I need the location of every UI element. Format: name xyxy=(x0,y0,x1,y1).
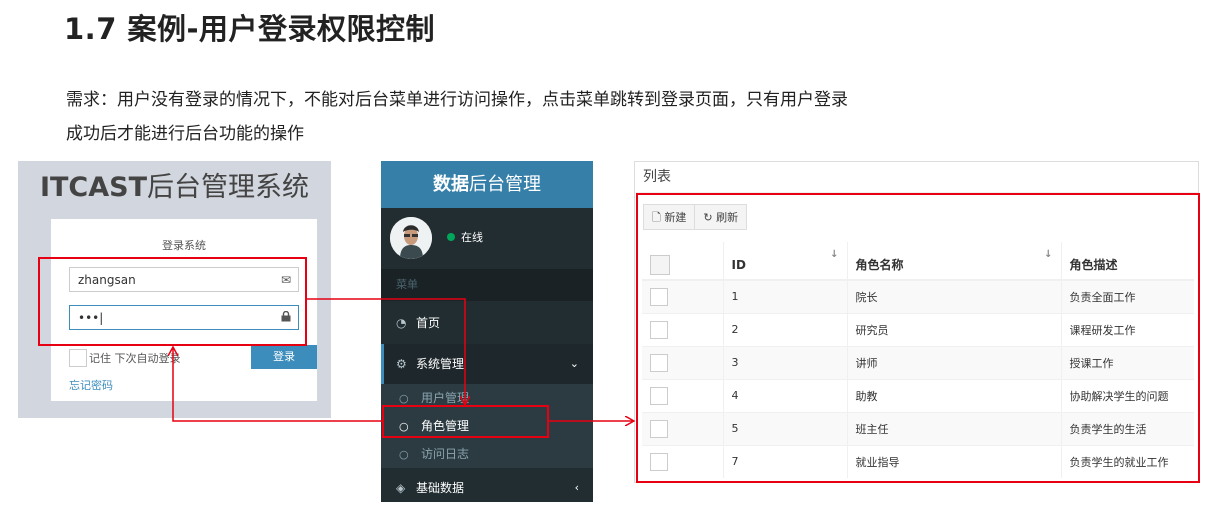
arrow-login-to-role xyxy=(307,298,465,404)
flow-arrows xyxy=(0,298,1219,508)
arrow-role-to-login xyxy=(173,348,382,422)
